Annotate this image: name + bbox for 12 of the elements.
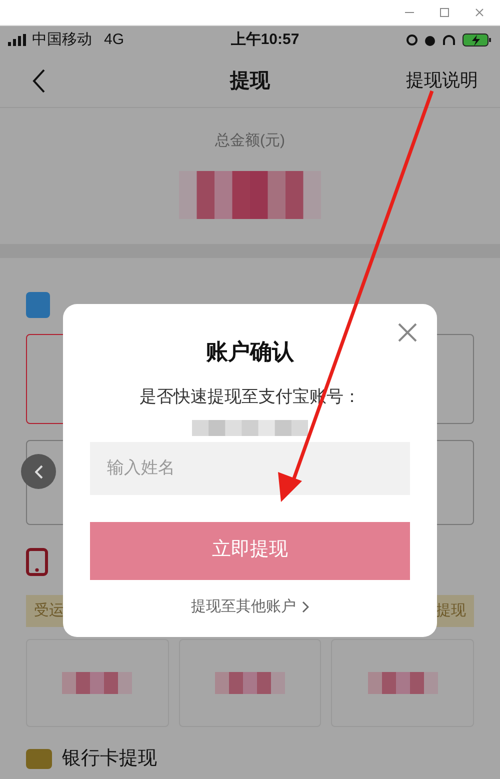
status-time: 上午10:57 — [230, 30, 300, 50]
page-title: 提现 — [230, 68, 270, 94]
banner-text: 受运 — [34, 600, 64, 621]
carrier-text: 中国移动 — [32, 30, 92, 50]
section-title: 银行卡提现 — [62, 747, 157, 771]
network-text: 4G — [104, 30, 124, 50]
other-account-link[interactable]: 提现至其他账户 — [191, 596, 309, 618]
help-link[interactable]: 提现说明 — [406, 67, 478, 94]
dialog-title: 账户确认 — [206, 338, 294, 366]
total-label: 总金额(元) — [215, 131, 285, 151]
banner-text: 提现 — [436, 600, 466, 621]
name-field[interactable]: 输入姓名 — [90, 442, 410, 494]
